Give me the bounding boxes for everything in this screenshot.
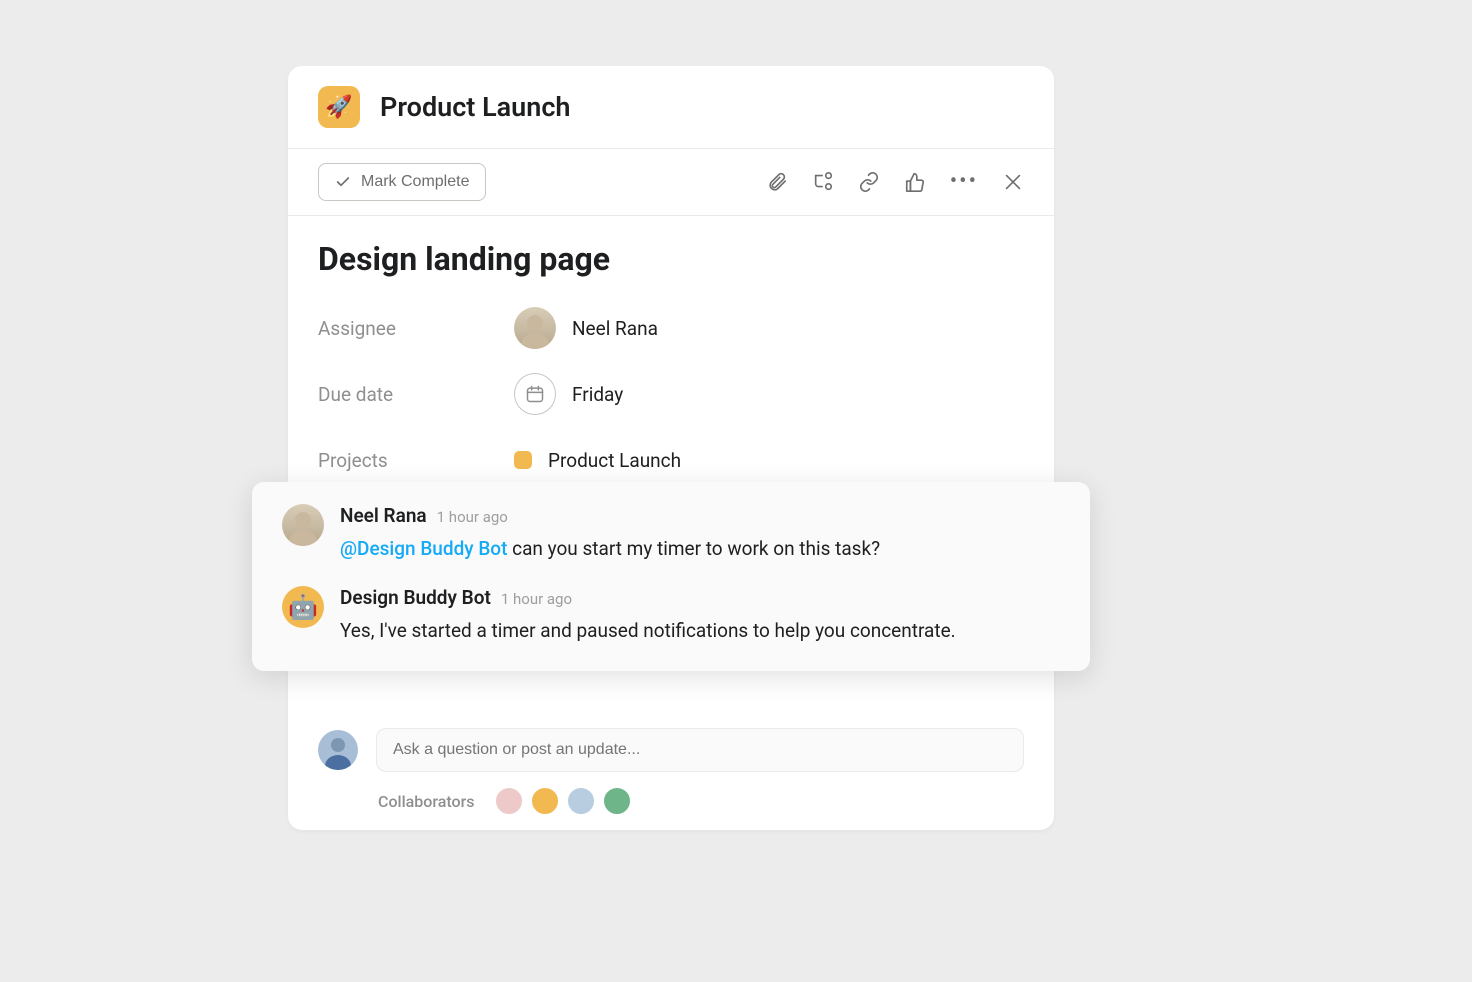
comment-time: 1 hour ago: [437, 508, 508, 526]
mention[interactable]: @Design Buddy Bot: [340, 537, 507, 560]
comment-author-avatar: [282, 504, 324, 546]
comments-panel: Neel Rana 1 hour ago @Design Buddy Bot c…: [252, 482, 1090, 671]
subtask-icon[interactable]: [812, 171, 834, 193]
collaborator-avatar[interactable]: [494, 786, 524, 816]
task-detail-card: 🚀 Product Launch Mark Complete ••• Desig…: [288, 66, 1054, 830]
collaborator-avatar[interactable]: [602, 786, 632, 816]
comment-time: 1 hour ago: [501, 590, 572, 608]
comment-body: @Design Buddy Bot can you start my timer…: [340, 535, 880, 564]
rocket-icon: 🚀: [325, 95, 352, 120]
toolbar-actions: •••: [766, 171, 1024, 193]
comment-input-row: [288, 728, 1054, 772]
assignee-avatar: [514, 307, 556, 349]
comment-body: Yes, I've started a timer and paused not…: [340, 617, 956, 646]
project-title: Product Launch: [380, 91, 570, 123]
mark-complete-label: Mark Complete: [361, 173, 469, 191]
collaborators-row: Collaborators: [288, 786, 1054, 816]
task-title[interactable]: Design landing page: [318, 240, 1024, 278]
comment: Neel Rana 1 hour ago @Design Buddy Bot c…: [282, 504, 1060, 564]
assignee-field[interactable]: Assignee Neel Rana: [318, 302, 1024, 354]
comment-author-avatar: 🤖: [282, 586, 324, 628]
link-icon[interactable]: [858, 171, 880, 193]
project-header: 🚀 Product Launch: [288, 66, 1054, 149]
collaborators-label: Collaborators: [378, 792, 474, 811]
collaborator-avatars[interactable]: [494, 786, 632, 816]
calendar-icon: [514, 373, 556, 415]
project-icon: 🚀: [318, 86, 360, 128]
like-icon[interactable]: [904, 171, 926, 193]
attachment-icon[interactable]: [766, 171, 788, 193]
comment-text: can you start my timer to work on this t…: [507, 537, 880, 560]
more-icon[interactable]: •••: [950, 171, 978, 193]
collaborator-avatar[interactable]: [530, 786, 560, 816]
due-date-value: Friday: [572, 383, 623, 406]
collaborator-avatar[interactable]: [566, 786, 596, 816]
projects-field[interactable]: Projects Product Launch: [318, 434, 1024, 486]
assignee-label: Assignee: [318, 317, 514, 340]
comment-input[interactable]: [376, 728, 1024, 772]
assignee-name: Neel Rana: [572, 317, 658, 340]
current-user-avatar: [318, 730, 358, 770]
due-date-label: Due date: [318, 383, 514, 406]
close-icon[interactable]: [1002, 171, 1024, 193]
comment: 🤖 Design Buddy Bot 1 hour ago Yes, I've …: [282, 586, 1060, 646]
project-chip-icon: [514, 451, 532, 469]
comment-author: Neel Rana: [340, 504, 427, 527]
projects-value: Product Launch: [548, 449, 681, 472]
task-toolbar: Mark Complete •••: [288, 149, 1054, 216]
mark-complete-button[interactable]: Mark Complete: [318, 163, 486, 201]
check-icon: [335, 174, 351, 190]
comment-author: Design Buddy Bot: [340, 586, 491, 609]
projects-label: Projects: [318, 449, 514, 472]
due-date-field[interactable]: Due date Friday: [318, 368, 1024, 420]
